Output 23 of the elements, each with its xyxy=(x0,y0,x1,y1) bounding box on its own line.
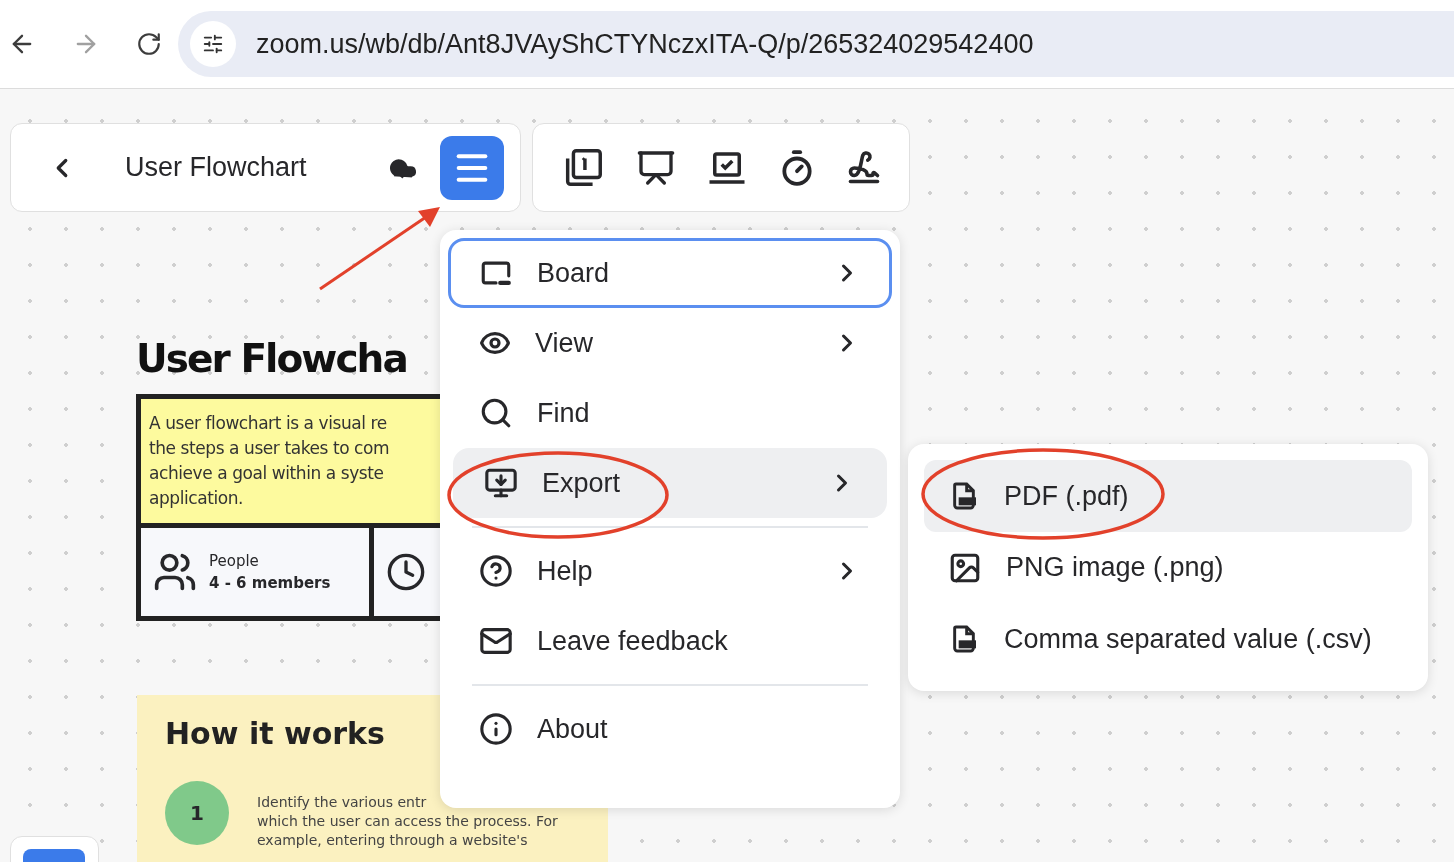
site-settings-icon[interactable] xyxy=(190,21,236,67)
step-number: 1 xyxy=(165,781,229,845)
menu-item[interactable]: Board xyxy=(448,238,892,308)
help-icon xyxy=(479,554,513,588)
menu-item[interactable]: Export xyxy=(453,448,887,518)
board-heading: User Flowcha xyxy=(136,339,407,378)
menu-button[interactable] xyxy=(440,135,504,200)
url-text: zoom.us/wb/db/Ant8JVAyShCTYNczxITA-Q/p/265324029542400 xyxy=(256,27,1034,61)
step-text: Identify the various entr which the user can access the process. For example, entering through a website's xyxy=(257,793,558,850)
submenu-item[interactable]: Comma separated value (.csv) xyxy=(924,603,1412,675)
reload-icon[interactable] xyxy=(136,31,162,57)
info-value: 4 - 6 members xyxy=(209,573,331,594)
board-title[interactable]: User Flowchart xyxy=(125,147,307,188)
submenu-item[interactable]: PNG image (.png) xyxy=(924,531,1412,604)
address-bar[interactable]: zoom.us/wb/db/Ant8JVAyShCTYNczxITA-Q/p/265324029542400 xyxy=(178,11,1454,77)
download-icon xyxy=(484,466,518,500)
info-label: People xyxy=(209,550,260,572)
squiggle-icon[interactable] xyxy=(846,149,882,186)
search-icon xyxy=(479,396,513,430)
clock-icon xyxy=(386,552,426,592)
section-heading: How it works xyxy=(165,719,385,749)
info-icon xyxy=(479,712,513,746)
submenu-item[interactable]: PDF (.pdf) xyxy=(924,460,1412,532)
